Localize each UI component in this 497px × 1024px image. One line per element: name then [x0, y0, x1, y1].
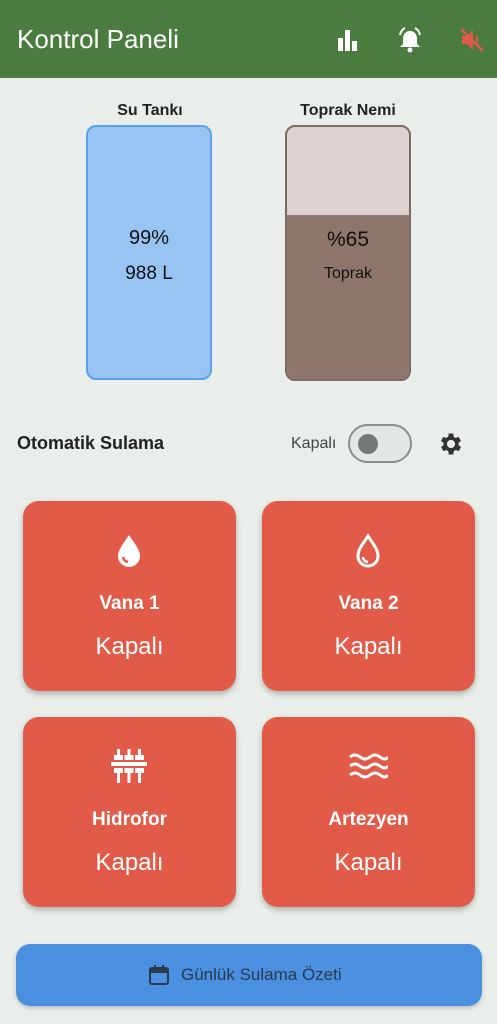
soil-moisture-percent: %65 — [326, 228, 370, 251]
water-tank-percent: 99% — [128, 227, 170, 249]
water-tank-label: Su Tankı — [117, 102, 183, 119]
volume-off-icon[interactable] — [458, 26, 486, 54]
gear-icon[interactable] — [437, 430, 465, 458]
soil-moisture-sub: Toprak — [323, 265, 373, 282]
water-tank-gauge: 99% 988 L — [86, 125, 212, 380]
calendar-icon — [149, 965, 169, 985]
auto-irrigation-toggle[interactable] — [348, 424, 412, 463]
device-card-vana-2[interactable]: Vana 2 Kapalı — [262, 501, 475, 691]
device-name: Vana 1 — [99, 593, 160, 614]
device-card-artezyen[interactable]: Artezyen Kapalı — [262, 717, 475, 907]
bar-chart-icon[interactable] — [334, 26, 362, 54]
device-card-hidrofor[interactable]: Hidrofor Kapalı — [23, 717, 236, 907]
pump-icon — [111, 749, 147, 783]
auto-irrigation-label: Otomatik Sulama — [17, 433, 165, 453]
device-name: Artezyen — [328, 809, 409, 830]
device-name: Vana 2 — [338, 593, 399, 614]
device-state: Kapalı — [95, 633, 164, 660]
daily-irrigation-summary-button[interactable]: Günlük Sulama Özeti — [16, 944, 482, 1006]
device-name: Hidrofor — [92, 809, 167, 830]
device-card-vana-1[interactable]: Vana 1 Kapalı — [23, 501, 236, 691]
device-state: Kapalı — [334, 633, 403, 660]
app-bar: Kontrol Paneli — [0, 0, 497, 78]
water-tank-volume: 988 L — [125, 263, 173, 284]
soil-moisture-gauge: %65 Toprak — [285, 125, 411, 381]
waves-icon — [349, 753, 388, 779]
auto-irrigation-switch-label: Kapalı — [291, 435, 337, 452]
toggle-knob — [358, 434, 378, 454]
summary-button-label: Günlük Sulama Özeti — [181, 965, 342, 984]
bell-alarm-icon[interactable] — [396, 26, 424, 54]
device-state: Kapalı — [95, 849, 164, 876]
water-drop-filled-icon — [118, 535, 140, 567]
device-state: Kapalı — [334, 849, 403, 876]
soil-moisture-label: Toprak Nemi — [300, 102, 396, 119]
water-drop-outline-icon — [356, 533, 380, 568]
page-title: Kontrol Paneli — [17, 24, 179, 54]
